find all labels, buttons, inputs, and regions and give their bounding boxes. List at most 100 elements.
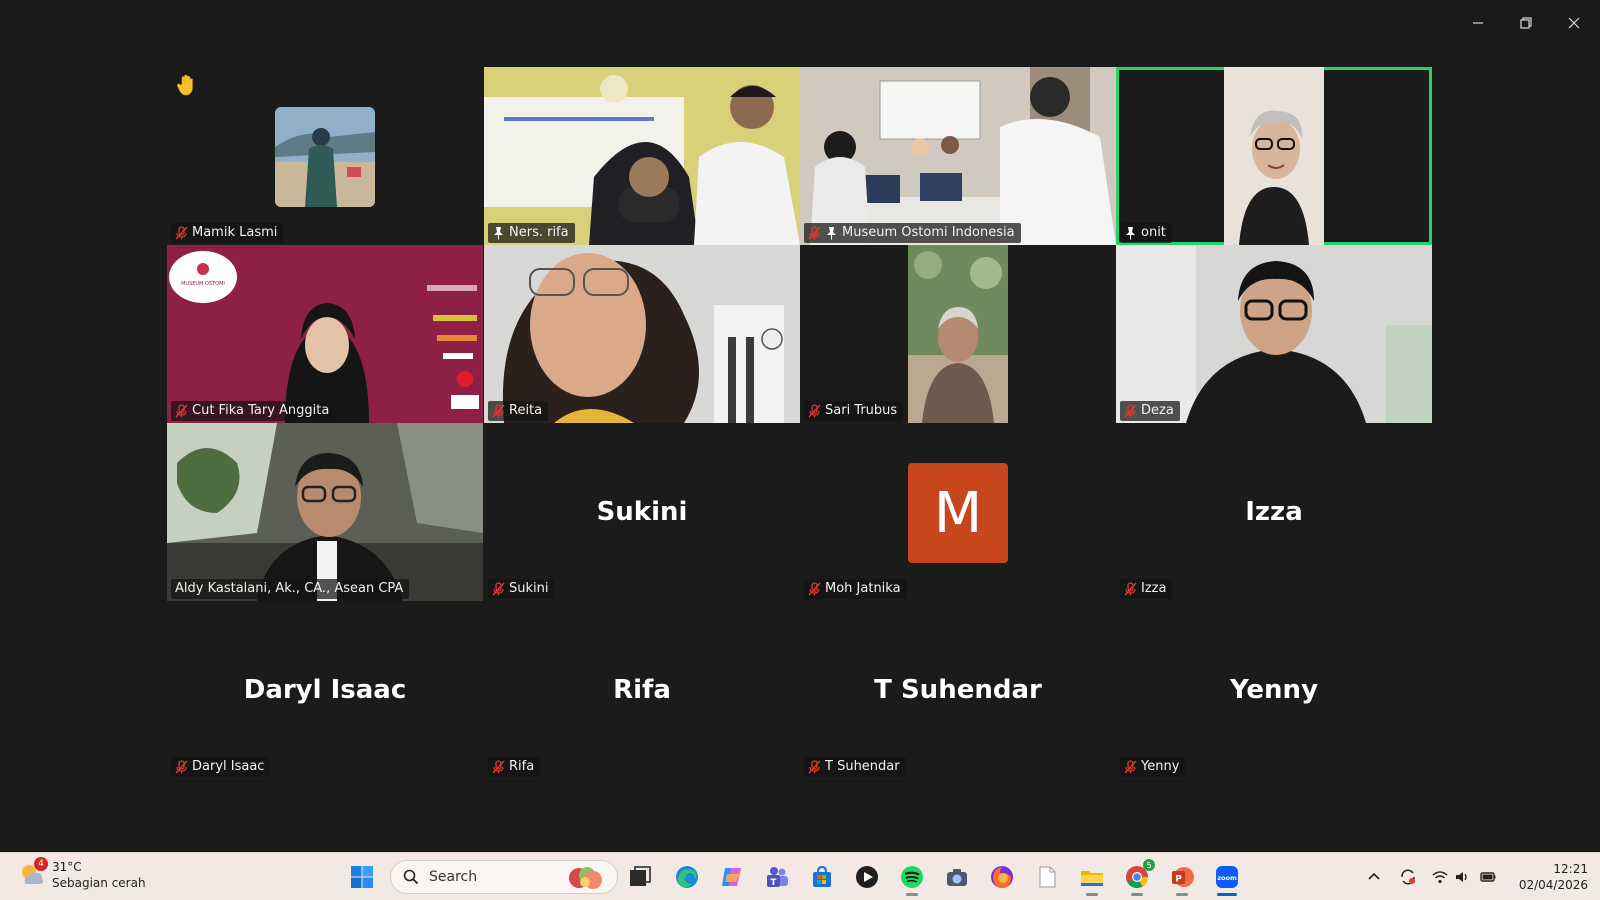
sync-icon xyxy=(1401,869,1415,885)
participant-name-display: Sukini xyxy=(596,497,688,527)
copilot-button[interactable] xyxy=(716,861,748,893)
video-tile-daryl-isaac[interactable]: Daryl Isaac Daryl Isaac xyxy=(167,601,483,779)
name-label: Ners. rifa xyxy=(488,223,575,243)
close-icon xyxy=(1568,17,1580,29)
media-player-icon xyxy=(856,866,878,888)
sync-tray-button[interactable] xyxy=(1396,865,1420,889)
mic-muted-icon xyxy=(492,582,505,596)
search-label: Search xyxy=(429,869,478,885)
camera-button[interactable] xyxy=(941,861,973,893)
video-tile-sari-trubus[interactable]: Sari Trubus xyxy=(800,245,1116,423)
volume-button[interactable] xyxy=(1450,865,1474,889)
restore-button[interactable] xyxy=(1506,8,1546,38)
participant-video xyxy=(1116,245,1432,423)
clock-date: 02/04/2026 xyxy=(1518,878,1588,892)
participant-video xyxy=(800,67,1116,245)
mic-muted-icon xyxy=(175,226,188,240)
video-tile-onit[interactable]: onit xyxy=(1116,67,1432,245)
raised-hand-icon xyxy=(175,73,199,103)
video-tile-cut-fika-tary-anggita[interactable]: MUSEUM OSTOMI Cut Fika Tary Anggita xyxy=(167,245,483,423)
video-tile-reita[interactable]: Reita xyxy=(484,245,800,423)
taskbar: 4 31°C Sebagian cerah Search T 5 P zoom … xyxy=(0,852,1600,900)
zoom-icon: zoom xyxy=(1216,866,1238,888)
video-tile-t-suhendar[interactable]: T Suhendar T Suhendar xyxy=(800,601,1116,779)
participant-video xyxy=(167,423,483,601)
powerpoint-button[interactable]: P xyxy=(1166,861,1198,896)
minimize-button[interactable] xyxy=(1458,8,1498,38)
name-label: Cut Fika Tary Anggita xyxy=(171,401,336,421)
participant-thumbnail xyxy=(275,107,375,207)
zoom-button[interactable]: zoom xyxy=(1211,861,1243,896)
weather-widget[interactable]: 4 31°C Sebagian cerah xyxy=(18,857,146,891)
svg-text:T: T xyxy=(770,878,777,888)
mic-muted-icon xyxy=(808,226,821,240)
video-tile-ners-rifa[interactable]: Ners. rifa xyxy=(484,67,800,245)
battery-button[interactable] xyxy=(1476,865,1500,889)
name-label: Daryl Isaac xyxy=(171,757,271,777)
task-view-button[interactable] xyxy=(624,861,656,893)
speaker-icon xyxy=(1456,872,1467,882)
minimize-icon xyxy=(1473,22,1483,24)
firefox-button[interactable] xyxy=(986,861,1018,893)
video-tile-sukini[interactable]: Sukini Sukini xyxy=(484,423,800,601)
name-label: Izza xyxy=(1120,579,1173,599)
mic-muted-icon xyxy=(1124,404,1137,418)
name-label: Museum Ostomi Indonesia xyxy=(804,223,1021,243)
video-tile-yenny[interactable]: Yenny Yenny xyxy=(1116,601,1432,779)
edge-button[interactable] xyxy=(671,861,703,893)
clock-time: 12:21 xyxy=(1553,862,1588,876)
video-tile-museum-ostomi[interactable]: Museum Ostomi Indonesia xyxy=(800,67,1116,245)
store-button[interactable] xyxy=(806,861,838,893)
video-tile-deza[interactable]: Deza xyxy=(1116,245,1432,423)
name-label: Yenny xyxy=(1120,757,1186,777)
participant-name-display: Yenny xyxy=(1229,675,1319,705)
mic-muted-icon xyxy=(808,760,821,774)
show-hidden-icons-button[interactable] xyxy=(1362,865,1386,889)
camera-icon xyxy=(947,869,967,886)
file-explorer-icon xyxy=(1081,871,1103,886)
clock[interactable]: 12:21 02/04/2026 xyxy=(1519,861,1588,893)
teams-icon: T xyxy=(767,867,788,888)
avatar: M xyxy=(908,463,1008,563)
video-tile-rifa[interactable]: Rifa Rifa xyxy=(484,601,800,779)
wifi-button[interactable] xyxy=(1428,865,1452,889)
video-tile-moh-jatnika[interactable]: M Moh Jatnika xyxy=(800,423,1116,601)
taskbar-search[interactable]: Search xyxy=(390,860,618,894)
mic-muted-icon xyxy=(492,760,505,774)
notepad-button[interactable] xyxy=(1031,861,1063,893)
start-button[interactable] xyxy=(346,861,378,893)
edge-icon xyxy=(676,866,698,888)
video-tile-mamik-lasmi[interactable]: Mamik Lasmi xyxy=(167,67,483,245)
search-highlight-icon xyxy=(569,867,602,889)
close-button[interactable] xyxy=(1554,8,1594,38)
name-label: T Suhendar xyxy=(804,757,906,777)
weather-badge: 4 xyxy=(34,857,48,871)
participant-video xyxy=(484,67,800,245)
participant-video xyxy=(484,245,800,423)
spotify-button[interactable] xyxy=(896,861,928,896)
mic-muted-icon xyxy=(1124,760,1137,774)
notepad-icon xyxy=(1039,866,1056,888)
search-icon xyxy=(403,869,419,885)
name-label: Reita xyxy=(488,401,549,421)
pin-icon xyxy=(825,226,838,240)
name-label: Moh Jatnika xyxy=(804,579,907,599)
pin-icon xyxy=(1124,226,1137,240)
weather-desc: Sebagian cerah xyxy=(52,876,146,890)
chevron-up-icon xyxy=(1368,872,1380,880)
chrome-button[interactable]: 5 xyxy=(1121,859,1155,896)
mic-muted-icon xyxy=(1124,582,1137,596)
teams-button[interactable]: T xyxy=(761,861,793,893)
battery-icon xyxy=(1480,872,1496,882)
participant-video xyxy=(167,245,483,423)
name-label: Deza xyxy=(1120,401,1180,421)
name-label: Aldy Kastalani, Ak., CA., Asean CPA xyxy=(171,579,410,599)
video-tile-izza[interactable]: Izza Izza xyxy=(1116,423,1432,601)
video-tile-aldy-kastalani[interactable]: Aldy Kastalani, Ak., CA., Asean CPA xyxy=(167,423,483,601)
zoom-meeting-window: Mamik Lasmi Ners. rifa Museum Ostomi Ind… xyxy=(0,0,1600,900)
wifi-icon xyxy=(1432,871,1448,884)
media-player-button[interactable] xyxy=(851,861,883,893)
file-explorer-button[interactable] xyxy=(1076,861,1108,896)
mic-muted-icon xyxy=(492,404,505,418)
restore-icon xyxy=(1520,17,1532,29)
